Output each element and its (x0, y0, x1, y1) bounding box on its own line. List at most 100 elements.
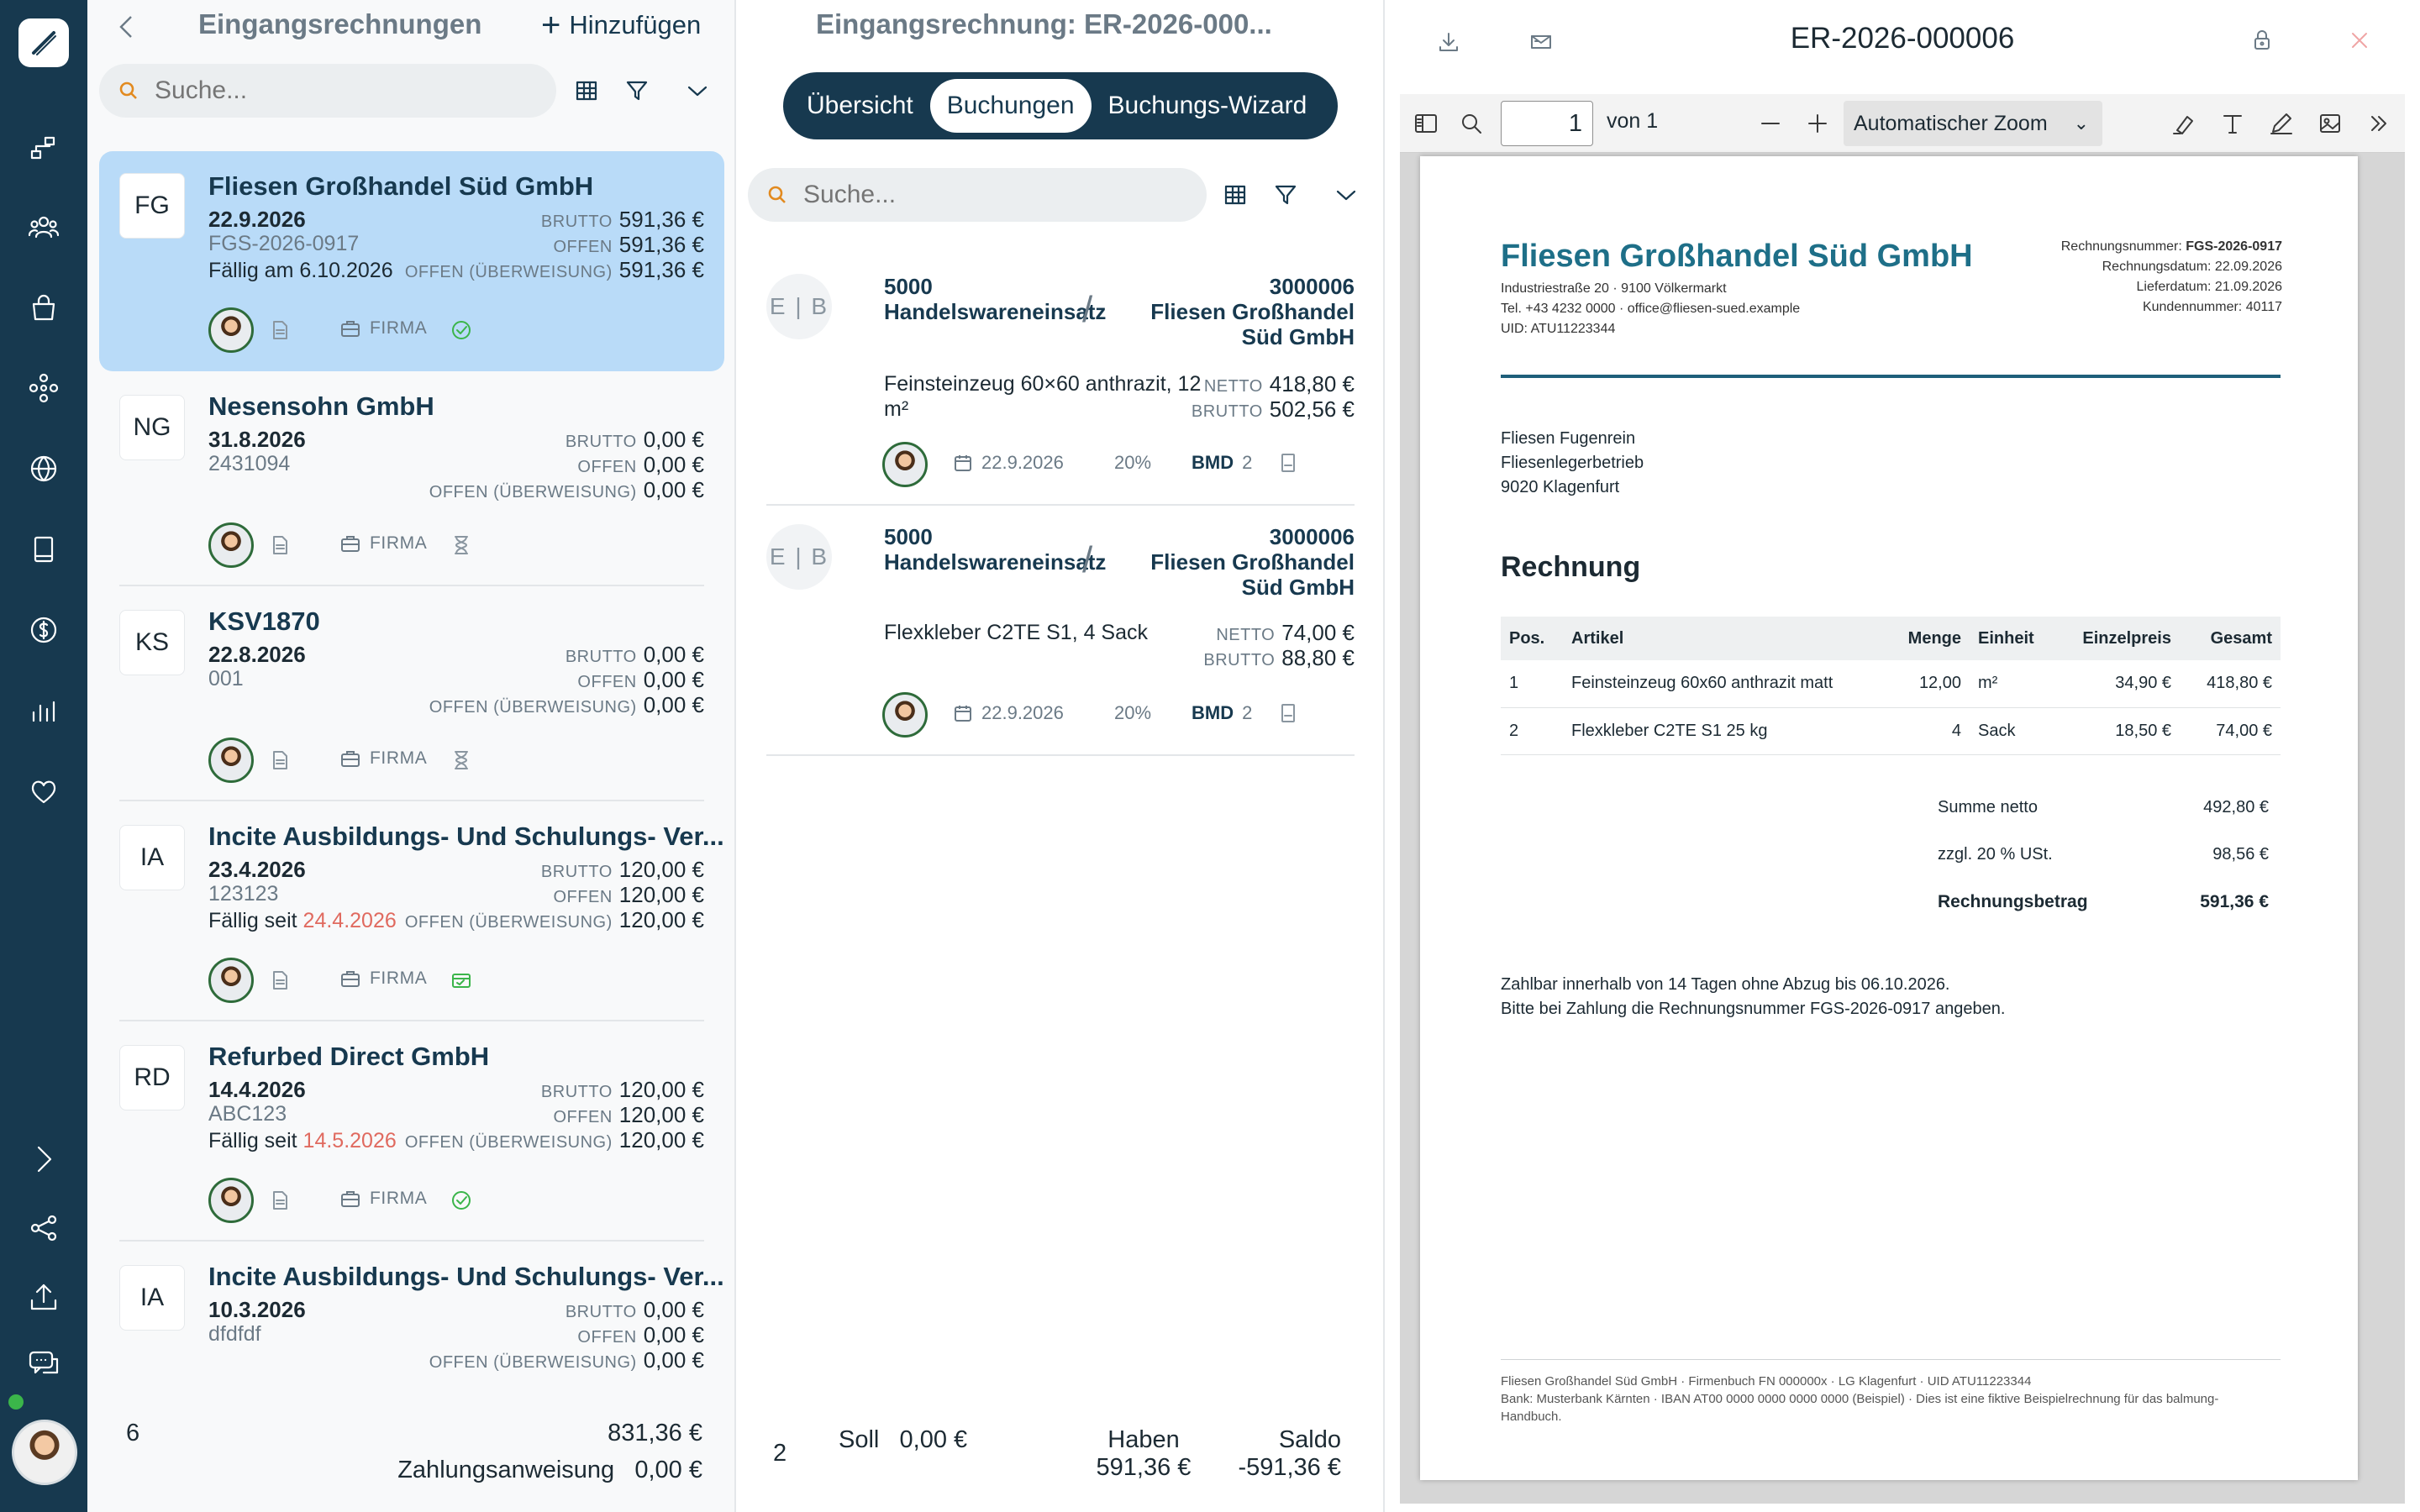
globe-icon[interactable] (25, 450, 62, 487)
debit-account: 5000 Handelswareneinsatz (884, 274, 1107, 324)
invoice-date: 22.9.2026 (208, 207, 306, 232)
invoice-items-table: Pos. Artikel Menge Einheit Einzelpreis G… (1501, 617, 2281, 755)
detail-title: Eingangsrechnung: ER-2026-000... (816, 8, 1272, 39)
share-icon[interactable] (25, 1210, 62, 1247)
invoice-meta: Rechnungsnummer: FGS-2026-0917 Rechnungs… (2060, 239, 2282, 314)
dollar-icon[interactable] (25, 612, 62, 648)
firma-tag: FIRMA (339, 748, 427, 769)
tab-buchungen[interactable]: Buchungen (929, 79, 1092, 133)
avatar (208, 738, 254, 783)
filter-icon[interactable] (1269, 178, 1302, 212)
invoice-card[interactable]: FG Fliesen Großhandel Süd GmbH 22.9.2026… (99, 151, 724, 371)
booking-row[interactable]: E | B 5000 Handelswareneinsatz / 3000006 F… (766, 506, 1355, 756)
chart-icon[interactable] (25, 692, 62, 729)
avatar (208, 1178, 254, 1223)
draw-icon[interactable] (2265, 108, 2297, 139)
invoice-date: 14.4.2026 (208, 1077, 306, 1102)
zoom-select[interactable]: Automatischer Zoom ⌄ (1844, 101, 2102, 146)
invoice-date: 23.4.2026 (208, 857, 306, 882)
table-view-icon[interactable] (1218, 178, 1252, 212)
close-icon[interactable] (2343, 24, 2376, 57)
lock-icon[interactable] (2245, 24, 2279, 57)
upload-icon[interactable] (25, 1278, 62, 1315)
user-avatar[interactable] (12, 1420, 77, 1485)
booking-row[interactable]: E | B 5000 Handelswareneinsatz / 3000006 F… (766, 262, 1355, 506)
brutto-amount: BRUTTO 0,00 € (565, 427, 704, 452)
invoice-number: 001 (208, 667, 244, 690)
more-tools-icon[interactable] (2363, 108, 2395, 139)
credit-account: 3000006 Fliesen Großhandel Süd GmbH (1150, 274, 1355, 349)
credit-account: 3000006 Fliesen Großhandel Süd GmbH (1150, 524, 1355, 600)
brutto-amount: BRUTTO 120,00 € (540, 857, 704, 882)
online-status-indicator (8, 1394, 24, 1410)
highlight-icon[interactable] (2168, 108, 2200, 139)
back-button[interactable] (113, 12, 146, 45)
invoice-card[interactable]: IA Incite Ausbildungs- Und Schulungs- Ve… (99, 801, 724, 1021)
search-icon (768, 186, 786, 203)
avatar (208, 307, 254, 353)
invoice-company-name: Fliesen Großhandel Süd GmbH (1501, 239, 1973, 274)
add-button-label: Hinzufügen (569, 10, 702, 39)
receipt-icon (1276, 701, 1301, 726)
users-icon[interactable] (25, 208, 62, 245)
transfer-amount: OFFEN (ÜBERWEISUNG) 120,00 € (404, 907, 704, 932)
list-search-input[interactable] (155, 76, 506, 105)
brutto-amount: BRUTTO 88,80 € (1203, 645, 1355, 670)
vendor-initials: RD (119, 1045, 185, 1110)
invoice-number: dfdfdf (208, 1322, 261, 1346)
invoice-card[interactable]: IA Incite Ausbildungs- Und Schulungs- Ve… (99, 1242, 724, 1396)
avatar (208, 958, 254, 1003)
sum-netto-value: 492,80 € (2203, 798, 2269, 816)
bag-icon[interactable] (25, 289, 62, 326)
chevron-down-icon[interactable] (681, 74, 714, 108)
search-icon[interactable] (1455, 108, 1487, 139)
briefcase-icon (341, 1191, 360, 1207)
chevron-right-icon[interactable] (25, 1141, 62, 1178)
document-viewer-panel: ER-2026-000006 1 von 1 Automatischer Zoo… (1385, 0, 2420, 1512)
bmd-count: BMD 2 (1192, 702, 1253, 723)
brutto-amount: BRUTTO 591,36 € (540, 207, 704, 232)
flow-icon[interactable] (25, 129, 62, 166)
filter-icon[interactable] (620, 74, 654, 108)
logo-icon[interactable] (18, 18, 69, 67)
table-view-icon[interactable] (570, 74, 603, 108)
booking-search-input[interactable] (803, 181, 1156, 209)
heart-icon[interactable] (25, 773, 62, 810)
chevron-down-icon[interactable] (1329, 178, 1363, 212)
netto-amount: NETTO 418,80 € (1203, 371, 1355, 396)
book-icon[interactable] (25, 531, 62, 568)
list-title: Eingangsrechnungen (198, 8, 482, 39)
vendor-initials: NG (119, 395, 185, 460)
payment-terms: Zahlbar innerhalb von 14 Tagen ohne Abzu… (1501, 975, 2006, 1018)
invoice-detail-panel: Eingangsrechnung: ER-2026-000... Übersic… (736, 0, 1385, 1512)
sidebar (0, 0, 87, 1512)
invoice-card[interactable]: NG Nesensohn GmbH 31.8.2026 2431094 BRUT… (99, 371, 724, 586)
brutto-amount: BRUTTO 0,00 € (565, 642, 704, 667)
invoice-number: ABC123 (208, 1102, 287, 1126)
text-icon[interactable] (2217, 108, 2249, 139)
vendor-name: KSV1870 (208, 606, 320, 636)
page-number-input[interactable]: 1 (1501, 101, 1593, 146)
network-icon[interactable] (25, 370, 62, 407)
calendar-icon (955, 706, 971, 722)
total-label: Rechnungsbetrag (1938, 892, 2088, 911)
sidebar-toggle-icon[interactable] (1410, 108, 1442, 139)
tab-buchungs-wizard[interactable]: Buchungs-Wizard (1092, 79, 1324, 133)
invoice-card[interactable]: KS KSV1870 22.8.2026 001 BRUTTO 0,00 € OF… (99, 586, 724, 801)
tab-uebersicht[interactable]: Übersicht (790, 79, 930, 133)
list-search (99, 64, 556, 118)
vendor-initials: FG (119, 173, 185, 239)
page-count: von 1 (1607, 109, 1659, 133)
table-row: 1 Feinsteinzeug 60x60 anthrazit matt 12,00… (1501, 660, 2281, 708)
total-amount: 831,36 € (608, 1420, 702, 1446)
transfer-amount: OFFEN (ÜBERWEISUNG) 120,00 € (404, 1127, 704, 1152)
debit-account: 5000 Handelswareneinsatz (884, 524, 1107, 575)
image-icon[interactable] (2314, 108, 2346, 139)
invoice-card[interactable]: RD Refurbed Direct GmbH 14.4.2026 ABC123… (99, 1021, 724, 1242)
add-button[interactable]: + Hinzufügen (541, 8, 702, 42)
offen-amount: OFFEN 0,00 € (577, 667, 704, 692)
zoom-out-icon[interactable] (1754, 108, 1786, 139)
tax-rate: 20% (1114, 452, 1152, 473)
zoom-in-icon[interactable] (1802, 108, 1833, 139)
chat-icon[interactable] (25, 1346, 62, 1383)
